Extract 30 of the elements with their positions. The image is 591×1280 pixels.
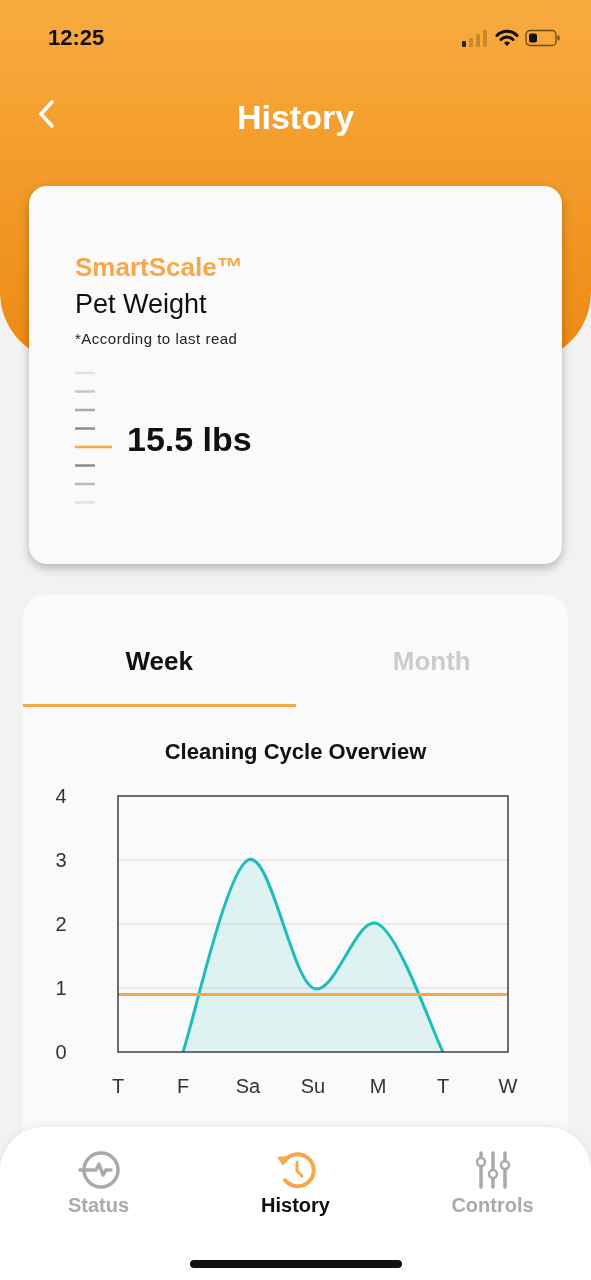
- back-button[interactable]: [38, 99, 56, 129]
- brand-label: SmartScale™: [75, 252, 243, 283]
- x-tick-label: T: [436, 1075, 450, 1097]
- nav-tab[interactable]: Controls: [417, 1149, 568, 1218]
- x-tick-label: M: [369, 1075, 387, 1097]
- signal-icon: [461, 28, 489, 47]
- page-title: History: [236, 97, 355, 137]
- x-tick-label: T: [111, 1075, 125, 1097]
- y-tick-label: 2: [55, 913, 67, 935]
- pulse-icon: [77, 1150, 120, 1190]
- y-tick-label: 1: [55, 977, 67, 999]
- nav-tab[interactable]: History: [220, 1149, 371, 1218]
- sliders-icon: [474, 1150, 511, 1190]
- weight-reading: 15.5 lbs: [127, 419, 252, 459]
- chart-title: Cleaning Cycle Overview: [163, 739, 428, 765]
- battery-icon: [525, 28, 561, 47]
- y-tick-label: 0: [55, 1041, 67, 1063]
- history-icon: [275, 1150, 316, 1190]
- y-tick-label: 4: [55, 785, 67, 807]
- period-tab[interactable]: Week: [23, 595, 296, 707]
- status-time: 12:25: [48, 24, 105, 51]
- y-tick-label: 3: [55, 849, 67, 871]
- nav-tab[interactable]: Status: [23, 1149, 174, 1218]
- x-tick-label: F: [176, 1075, 190, 1097]
- card-note: *According to last read: [75, 330, 238, 347]
- card-title: Pet Weight: [75, 289, 207, 320]
- x-tick-label: W: [498, 1075, 518, 1097]
- wifi-icon: [495, 28, 519, 47]
- x-tick-label: Su: [300, 1075, 326, 1097]
- x-tick-label: Sa: [235, 1075, 261, 1097]
